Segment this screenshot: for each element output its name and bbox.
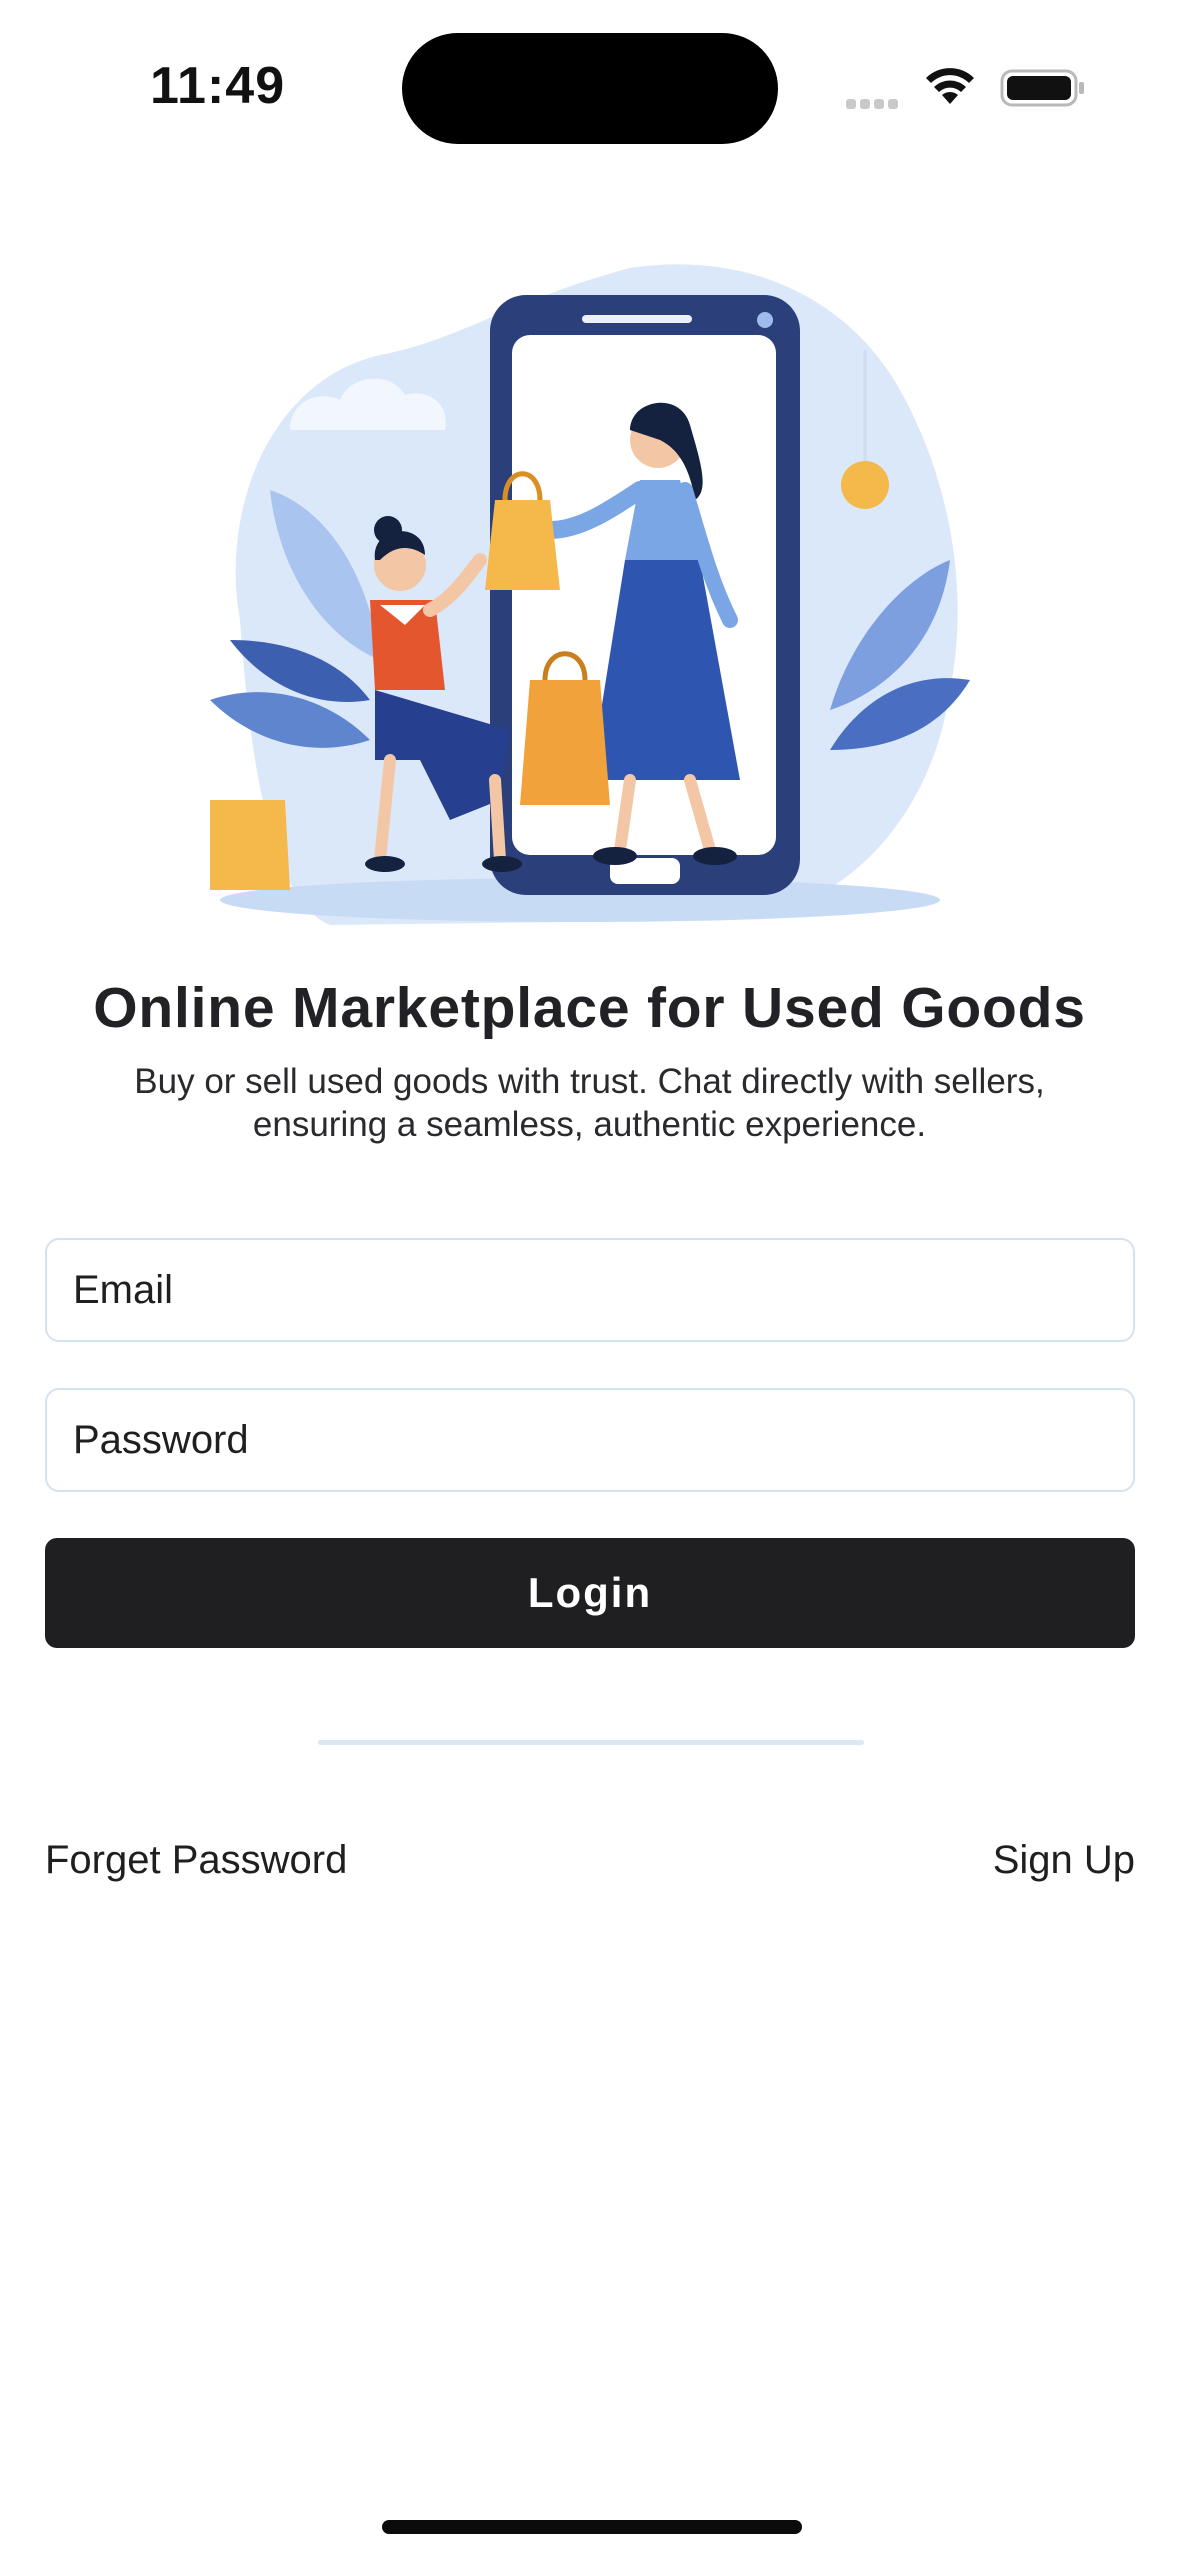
subtitle-line-2: ensuring a seamless, authentic experienc…	[252, 1105, 927, 1144]
dynamic-island	[402, 33, 778, 144]
status-time: 11:49	[150, 57, 286, 115]
email-field[interactable]	[47, 1240, 1133, 1340]
hero-illustration	[200, 260, 970, 940]
home-indicator[interactable]	[382, 2520, 802, 2534]
subtitle-line-1: Buy or sell used goods with trust. Chat …	[134, 1062, 1045, 1101]
page-title: Online Marketplace for Used Goods	[93, 976, 1086, 1040]
battery-icon	[1000, 68, 1086, 113]
email-field-container	[45, 1238, 1135, 1342]
cellular-signal-icon	[846, 96, 902, 114]
wifi-icon	[924, 66, 976, 111]
login-button[interactable]: Login	[45, 1538, 1135, 1648]
password-field-container	[45, 1388, 1135, 1492]
sign-up-link[interactable]: Sign Up	[993, 1838, 1135, 1883]
page-subtitle: Buy or sell used goods with trust. Chat …	[70, 1060, 1109, 1146]
divider	[318, 1740, 864, 1745]
forget-password-link[interactable]: Forget Password	[45, 1838, 347, 1883]
password-field[interactable]	[47, 1390, 1133, 1490]
